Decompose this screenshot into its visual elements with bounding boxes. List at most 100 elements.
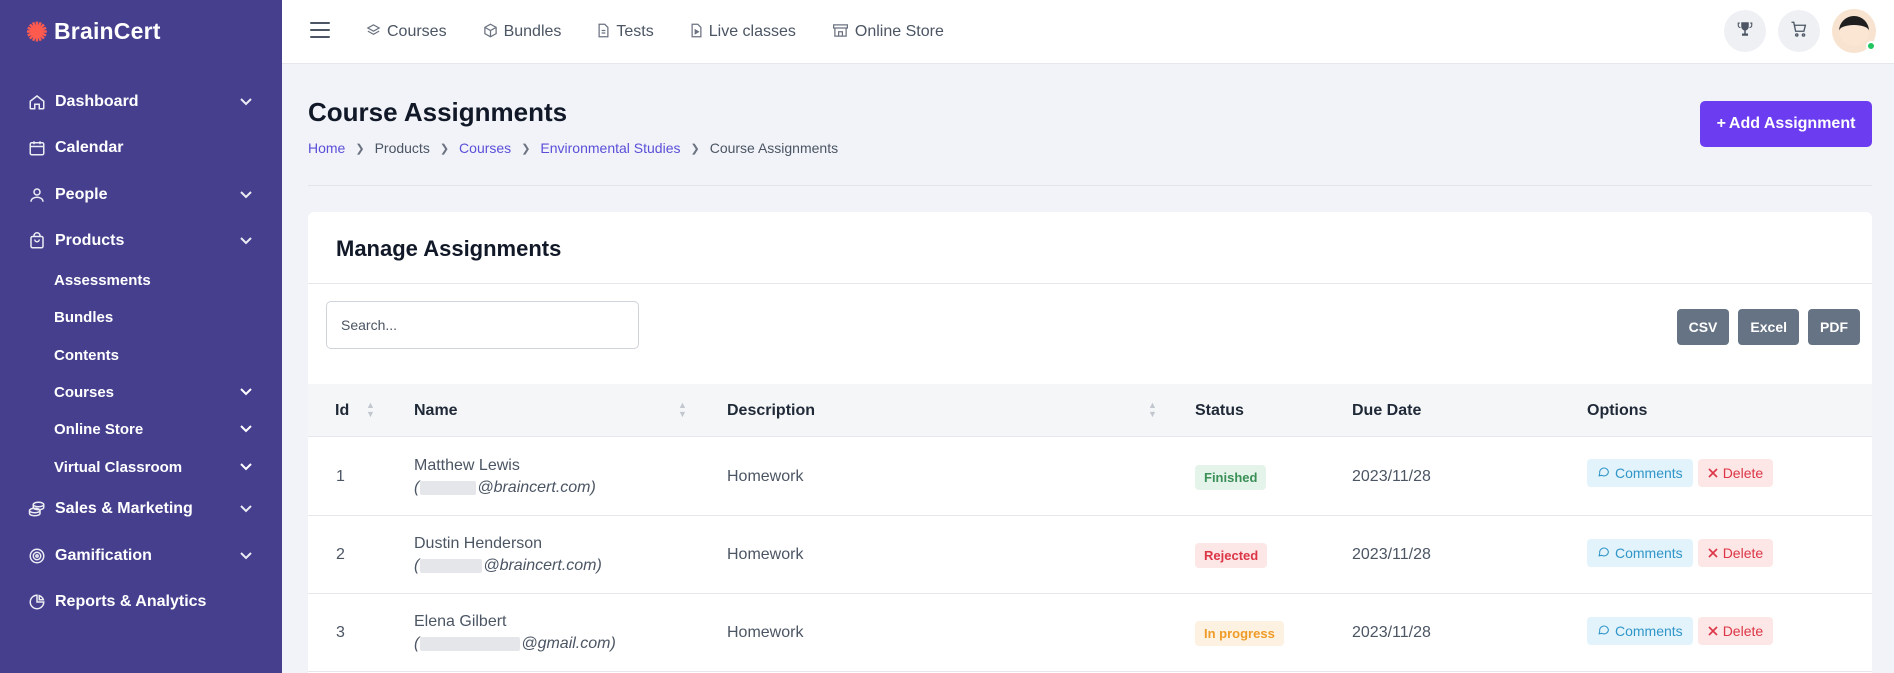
topnav-live-classes[interactable]: Live classes [690,23,796,41]
sidebar-item-calendar[interactable]: Calendar [0,128,282,168]
column-header-options: Options [1587,401,1648,419]
coins-icon [27,499,47,519]
chevron-down-icon [240,188,252,202]
export-csv-button[interactable]: CSV [1676,309,1730,345]
chevron-right-icon: ❯ [355,142,365,155]
sidebar-subitem-assessments[interactable]: Assessments [0,263,282,297]
user-avatar[interactable] [1832,9,1876,53]
delete-button[interactable]: Delete [1697,539,1774,567]
sidebar-subitem-courses[interactable]: Courses [0,375,282,409]
table-row: 2 Dustin Henderson (@braincert.com) Home… [308,516,1872,594]
sidebar-subitem-online-store[interactable]: Online Store [0,412,282,446]
sidebar-subitem-virtual-classroom[interactable]: Virtual Classroom [0,450,282,484]
topnav-online-store[interactable]: Online Store [832,23,944,41]
status-badge: In progress [1195,620,1284,646]
breadcrumb-courses[interactable]: Courses [459,140,511,156]
sidebar-subitem-bundles[interactable]: Bundles [0,300,282,334]
online-status-indicator [1866,41,1876,51]
page-title: Course Assignments [308,97,568,127]
brand-logo[interactable]: ✺ BrainCert [26,18,161,45]
sidebar: ✺ BrainCert Dashboard Calendar People Pr… [0,0,282,673]
cell-status: Finished [1195,438,1267,516]
close-icon [1708,465,1718,481]
comments-button[interactable]: Comments [1587,539,1693,567]
topbar: Courses Bundles Tests Live classes Onlin… [282,0,1894,64]
chevron-down-icon [240,549,252,563]
export-pdf-button[interactable]: PDF [1808,309,1860,345]
sort-icon[interactable]: ▲ ▼ [366,401,375,419]
sort-icon[interactable]: ▲ ▼ [678,401,687,419]
user-name: Matthew Lewis [414,457,520,474]
chevron-down-icon [240,502,252,516]
breadcrumb-environmental-studies[interactable]: Environmental Studies [540,140,680,156]
status-badge: Rejected [1195,542,1268,568]
sidebar-item-people[interactable]: People [0,175,282,215]
delete-button[interactable]: Delete [1697,459,1774,487]
search-input[interactable] [326,301,639,349]
chevron-down-icon [240,95,252,109]
cell-id: 1 [336,468,345,485]
chevron-down-icon [240,460,252,474]
topnav-courses[interactable]: Courses [366,23,447,41]
cell-options: Comments Delete [1587,434,1774,512]
user-email: (@gmail.com) [414,635,616,652]
topnav-tests[interactable]: Tests [597,23,654,41]
card-divider [308,283,1872,284]
comments-button[interactable]: Comments [1587,459,1693,487]
cell-due-date: 2023/11/28 [1352,624,1431,641]
close-icon [1708,623,1718,639]
redacted-mask [420,558,483,573]
calendar-icon [27,138,47,158]
cell-id: 2 [336,546,345,563]
sort-icon[interactable]: ▲ ▼ [1148,401,1157,419]
topnav-bundles[interactable]: Bundles [483,23,561,41]
sidebar-item-reports-analytics[interactable]: Reports & Analytics [0,582,282,622]
sidebar-item-sales-marketing[interactable]: Sales & Marketing [0,489,282,529]
plus-icon: + [1716,115,1726,132]
export-buttons: CSV Excel PDF [1676,309,1860,345]
redacted-mask [420,480,477,495]
trophy-button[interactable] [1724,10,1766,52]
hamburger-menu-icon[interactable] [310,22,330,38]
cell-description: Homework [727,624,804,641]
cart-button[interactable] [1778,10,1820,52]
person-icon [27,185,47,205]
status-badge: Finished [1195,464,1267,490]
header-divider [308,185,1872,186]
cell-name: Dustin Henderson (@braincert.com) [414,516,602,594]
add-assignment-button[interactable]: + Add Assignment [1700,101,1872,147]
user-name: Dustin Henderson [414,535,543,552]
cell-options: Comments Delete [1587,514,1774,592]
cell-description: Homework [727,546,804,563]
target-icon [27,546,47,566]
sidebar-item-products[interactable]: Products [0,221,282,261]
export-excel-button[interactable]: Excel [1738,309,1799,345]
cell-due-date: 2023/11/28 [1352,546,1431,563]
cell-id: 3 [336,624,345,641]
chevron-right-icon: ❯ [521,142,531,155]
avatar-face-icon [1839,16,1869,46]
sidebar-subitem-contents[interactable]: Contents [0,338,282,372]
user-name: Elena Gilbert [414,613,507,630]
top-nav: Courses Bundles Tests Live classes Onlin… [366,0,944,64]
file-icon [597,23,610,41]
comments-button[interactable]: Comments [1587,617,1693,645]
column-header-name[interactable]: Name [414,384,458,437]
column-header-id[interactable]: Id [335,384,349,437]
column-header-due-date: Due Date [1352,401,1422,419]
table-row: 3 Elena Gilbert (@gmail.com) Homework In… [308,594,1872,672]
bag-icon [27,231,47,251]
close-icon [1708,545,1718,561]
column-header-description[interactable]: Description [727,384,815,437]
chevron-right-icon: ❯ [439,142,450,155]
comment-icon [1597,465,1610,481]
sidebar-item-gamification[interactable]: Gamification [0,536,282,576]
cell-due-date: 2023/11/28 [1352,468,1431,485]
sidebar-item-dashboard[interactable]: Dashboard [0,82,282,122]
column-header-status: Status [1195,401,1244,419]
manage-assignments-card: Manage Assignments CSV Excel PDF Id ▲▼ N… [308,212,1872,673]
delete-button[interactable]: Delete [1697,617,1774,645]
pie-chart-icon [27,592,47,612]
breadcrumb-home[interactable]: Home [308,140,345,156]
cell-description: Homework [727,468,804,485]
